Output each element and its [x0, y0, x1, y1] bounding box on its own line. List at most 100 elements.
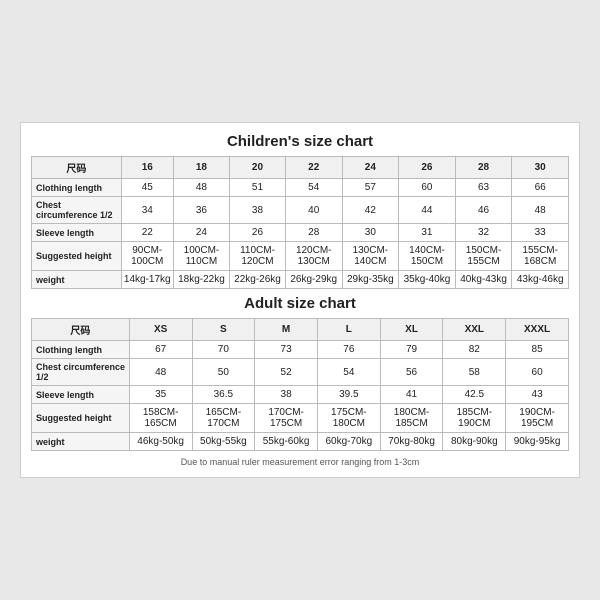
cell-r3-c7: 155CM-168CM [512, 242, 569, 271]
cell-r4-c0: 46kg-50kg [129, 433, 192, 451]
cell-r3-c5: 140CM-150CM [399, 242, 456, 271]
cell-r0-c3: 76 [317, 341, 380, 359]
row-label-0: Clothing length [32, 179, 122, 197]
row-label-2: Sleeve length [32, 386, 130, 404]
cell-r3-c2: 110CM-120CM [230, 242, 286, 271]
cell-r1-c0: 34 [121, 197, 173, 224]
cell-r3-c5: 185CM-190CM [443, 404, 506, 433]
cell-r1-c3: 54 [317, 359, 380, 386]
cell-r0-c1: 48 [173, 179, 229, 197]
cell-r3-c3: 120CM-130CM [285, 242, 342, 271]
column-header-7: 28 [455, 157, 512, 179]
cell-r1-c2: 52 [255, 359, 318, 386]
size-chart-container: Children's size chart 尺码1618202224262830… [20, 122, 580, 478]
cell-r3-c6: 150CM-155CM [455, 242, 512, 271]
cell-r3-c3: 175CM-180CM [317, 404, 380, 433]
cell-r4-c2: 22kg-26kg [230, 271, 286, 289]
cell-r1-c6: 60 [506, 359, 569, 386]
column-header-2: 18 [173, 157, 229, 179]
row-label-1: Chest circumference 1/2 [32, 359, 130, 386]
cell-r3-c4: 180CM-185CM [380, 404, 443, 433]
column-header-6: 26 [399, 157, 456, 179]
cell-r3-c6: 190CM-195CM [506, 404, 569, 433]
adult-header-row: 尺码XSSMLXLXXLXXXL [32, 319, 569, 341]
cell-r3-c1: 165CM-170CM [192, 404, 255, 433]
cell-r2-c1: 24 [173, 224, 229, 242]
cell-r4-c3: 26kg-29kg [285, 271, 342, 289]
cell-r1-c4: 42 [342, 197, 399, 224]
children-header-row: 尺码1618202224262830 [32, 157, 569, 179]
cell-r1-c1: 50 [192, 359, 255, 386]
cell-r2-c0: 22 [121, 224, 173, 242]
cell-r2-c2: 26 [230, 224, 286, 242]
column-header-3: M [255, 319, 318, 341]
cell-r3-c0: 158CM-165CM [129, 404, 192, 433]
cell-r1-c2: 38 [230, 197, 286, 224]
cell-r4-c5: 35kg-40kg [399, 271, 456, 289]
table-row: Chest circumference 1/248505254565860 [32, 359, 569, 386]
cell-r4-c6: 40kg-43kg [455, 271, 512, 289]
children-size-table: 尺码1618202224262830 Clothing length454851… [31, 156, 569, 289]
cell-r0-c6: 63 [455, 179, 512, 197]
cell-r2-c5: 31 [399, 224, 456, 242]
column-header-7: XXXL [506, 319, 569, 341]
cell-r0-c4: 79 [380, 341, 443, 359]
cell-r1-c0: 48 [129, 359, 192, 386]
table-row: Sleeve length2224262830313233 [32, 224, 569, 242]
cell-r1-c6: 46 [455, 197, 512, 224]
table-row: weight14kg-17kg18kg-22kg22kg-26kg26kg-29… [32, 271, 569, 289]
row-label-3: Suggested height [32, 404, 130, 433]
cell-r1-c7: 48 [512, 197, 569, 224]
cell-r0-c1: 70 [192, 341, 255, 359]
cell-r4-c5: 80kg-90kg [443, 433, 506, 451]
cell-r2-c1: 36.5 [192, 386, 255, 404]
cell-r2-c4: 41 [380, 386, 443, 404]
table-row: Suggested height90CM-100CM100CM-110CM110… [32, 242, 569, 271]
cell-r0-c6: 85 [506, 341, 569, 359]
children-chart-section: Children's size chart 尺码1618202224262830… [31, 133, 569, 289]
children-chart-title: Children's size chart [31, 133, 569, 150]
cell-r4-c1: 50kg-55kg [192, 433, 255, 451]
row-label-2: Sleeve length [32, 224, 122, 242]
cell-r2-c0: 35 [129, 386, 192, 404]
footer-note: Due to manual ruler measurement error ra… [31, 457, 569, 467]
cell-r2-c6: 32 [455, 224, 512, 242]
table-row: Chest circumference 1/23436384042444648 [32, 197, 569, 224]
cell-r0-c5: 82 [443, 341, 506, 359]
cell-r4-c4: 29kg-35kg [342, 271, 399, 289]
cell-r0-c0: 45 [121, 179, 173, 197]
column-header-2: S [192, 319, 255, 341]
cell-r0-c4: 57 [342, 179, 399, 197]
table-row: Sleeve length3536.53839.54142.543 [32, 386, 569, 404]
row-label-3: Suggested height [32, 242, 122, 271]
row-label-4: weight [32, 271, 122, 289]
cell-r0-c7: 66 [512, 179, 569, 197]
cell-r0-c0: 67 [129, 341, 192, 359]
table-row: Suggested height158CM-165CM165CM-170CM17… [32, 404, 569, 433]
cell-r3-c4: 130CM-140CM [342, 242, 399, 271]
cell-r4-c2: 55kg-60kg [255, 433, 318, 451]
column-header-5: 24 [342, 157, 399, 179]
row-label-0: Clothing length [32, 341, 130, 359]
adult-chart-section: Adult size chart 尺码XSSMLXLXXLXXXL Clothi… [31, 295, 569, 451]
cell-r1-c5: 44 [399, 197, 456, 224]
cell-r2-c4: 30 [342, 224, 399, 242]
column-header-4: 22 [285, 157, 342, 179]
column-header-0: 尺码 [32, 319, 130, 341]
table-row: weight46kg-50kg50kg-55kg55kg-60kg60kg-70… [32, 433, 569, 451]
cell-r2-c6: 43 [506, 386, 569, 404]
cell-r2-c7: 33 [512, 224, 569, 242]
table-row: Clothing length4548515457606366 [32, 179, 569, 197]
cell-r4-c1: 18kg-22kg [173, 271, 229, 289]
cell-r0-c2: 73 [255, 341, 318, 359]
column-header-0: 尺码 [32, 157, 122, 179]
cell-r4-c6: 90kg-95kg [506, 433, 569, 451]
cell-r0-c3: 54 [285, 179, 342, 197]
cell-r1-c1: 36 [173, 197, 229, 224]
cell-r3-c2: 170CM-175CM [255, 404, 318, 433]
column-header-8: 30 [512, 157, 569, 179]
table-row: Clothing length67707376798285 [32, 341, 569, 359]
row-label-4: weight [32, 433, 130, 451]
cell-r2-c5: 42.5 [443, 386, 506, 404]
cell-r2-c3: 28 [285, 224, 342, 242]
